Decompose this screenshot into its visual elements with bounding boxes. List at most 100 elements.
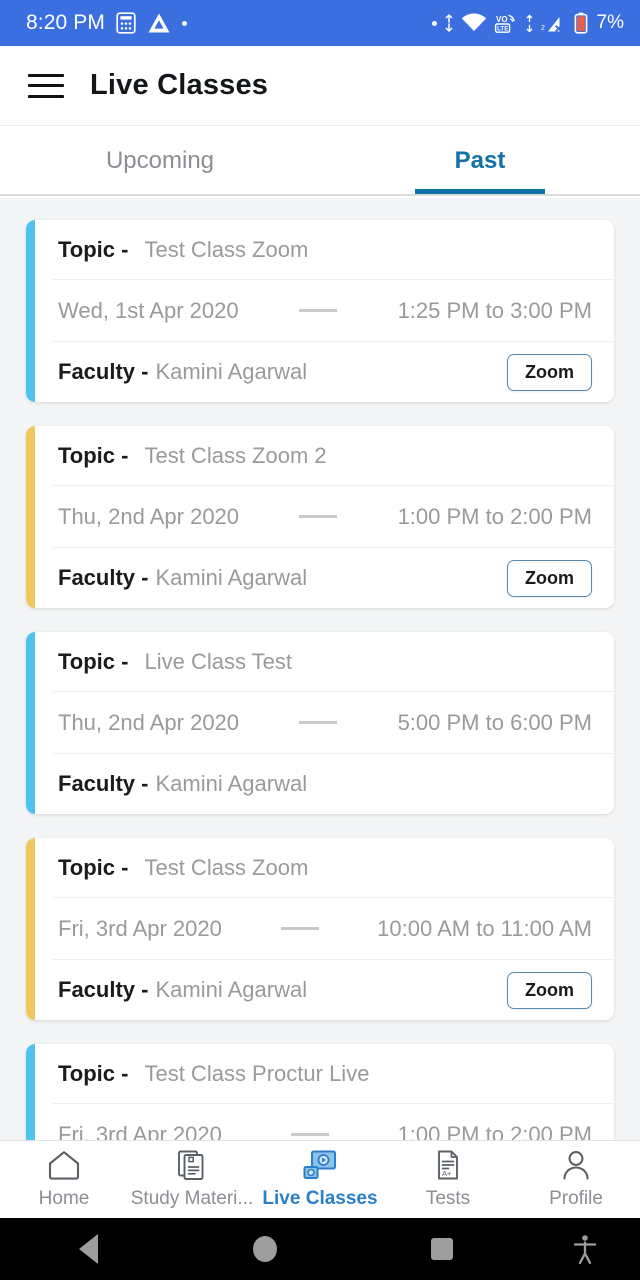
nav-label-home: Home <box>38 1188 90 1209</box>
topic-row: Topic - Live Class Test <box>52 632 614 692</box>
nav-item-study-material[interactable]: Study Materi... <box>128 1149 256 1210</box>
topic-label: Topic - <box>58 1060 129 1086</box>
faculty-row: Faculty - Kamini Agarwal Zoom <box>52 342 614 402</box>
zoom-button[interactable]: Zoom <box>507 353 592 391</box>
svg-text:VO: VO <box>496 15 508 24</box>
android-recents-button[interactable] <box>353 1238 530 1260</box>
card-accent-bar <box>26 632 35 814</box>
topic-value: Test Class Zoom <box>144 236 309 262</box>
svg-text:LTE: LTE <box>497 25 508 32</box>
status-bar-left: 8:20 PM <box>26 11 187 35</box>
faculty-wrap: Faculty - Kamini Agarwal <box>58 565 307 591</box>
android-home-button[interactable] <box>177 1236 354 1262</box>
faculty-wrap: Faculty - Kamini Agarwal <box>58 359 307 385</box>
faculty-value: Kamini Agarwal <box>155 771 308 796</box>
topic-label: Topic - <box>58 236 129 262</box>
status-dot-icon <box>431 20 437 26</box>
sync-arrows-icon <box>444 13 454 33</box>
topic-row: Topic - Test Class Proctur Live <box>52 1044 614 1104</box>
zoom-button[interactable]: Zoom <box>507 971 592 1009</box>
faculty-wrap: Faculty - Kamini Agarwal <box>58 977 307 1003</box>
documents-icon <box>175 1149 209 1181</box>
list-item[interactable]: Topic - Live Class Test Thu, 2nd Apr 202… <box>26 632 614 814</box>
topic-label: Topic - <box>58 442 129 468</box>
nav-item-live-classes[interactable]: Live Classes <box>256 1149 384 1210</box>
battery-percent-label: 7% <box>596 12 624 33</box>
class-date: Fri, 3rd Apr 2020 <box>58 915 222 941</box>
faculty-label: Faculty - <box>58 977 149 1002</box>
home-circle-icon <box>253 1236 277 1262</box>
dash-separator-icon <box>222 927 377 930</box>
schedule-row: Fri, 3rd Apr 2020 10:00 AM to 11:00 AM <box>52 898 614 960</box>
faculty-row: Faculty - Kamini Agarwal Zoom <box>52 960 614 1020</box>
class-list[interactable]: Topic - Test Class Zoom Wed, 1st Apr 202… <box>0 198 640 1280</box>
nav-label-live-classes: Live Classes <box>262 1188 378 1209</box>
status-bar-clock: 8:20 PM <box>26 11 105 34</box>
faculty-value: Kamini Agarwal <box>155 565 308 590</box>
nav-item-tests[interactable]: A+ Tests <box>384 1149 512 1210</box>
topic-value: Test Class Zoom <box>144 854 309 880</box>
status-bar: 8:20 PM VO LTE 2 7% <box>0 0 640 46</box>
topic-value: Test Class Zoom 2 <box>144 442 327 468</box>
calculator-icon <box>116 12 136 34</box>
live-video-icon <box>302 1149 338 1181</box>
back-triangle-icon <box>78 1234 98 1264</box>
topic-value: Test Class Proctur Live <box>144 1060 370 1086</box>
schedule-row: Wed, 1st Apr 2020 1:25 PM to 3:00 PM <box>52 280 614 342</box>
faculty-value: Kamini Agarwal <box>155 359 308 384</box>
notification-dot-icon <box>181 20 187 26</box>
android-back-button[interactable] <box>0 1234 177 1264</box>
nav-label-profile: Profile <box>549 1188 603 1209</box>
bottom-navigation: Home Study Materi... Live Classes A+ Tes… <box>0 1140 640 1218</box>
faculty-row: Faculty - Kamini Agarwal Zoom <box>52 548 614 608</box>
faculty-value: Kamini Agarwal <box>155 977 308 1002</box>
list-item[interactable]: Topic - Test Class Zoom Fri, 3rd Apr 202… <box>26 838 614 1020</box>
accessibility-icon <box>573 1235 597 1264</box>
svg-text:2: 2 <box>541 25 545 32</box>
schedule-row: Thu, 2nd Apr 2020 1:00 PM to 2:00 PM <box>52 486 614 548</box>
page-title: Live Classes <box>90 69 269 101</box>
schedule-row: Thu, 2nd Apr 2020 5:00 PM to 6:00 PM <box>52 692 614 754</box>
topic-row: Topic - Test Class Zoom <box>52 838 614 898</box>
wifi-icon <box>461 13 487 33</box>
test-paper-icon: A+ <box>431 1149 465 1181</box>
card-accent-bar <box>26 838 35 1020</box>
class-time: 10:00 AM to 11:00 AM <box>377 915 592 941</box>
android-accessibility-button[interactable] <box>530 1234 640 1264</box>
tab-upcoming-label: Upcoming <box>105 147 215 174</box>
signal-arrows-icon <box>525 14 534 33</box>
triangle-app-icon <box>147 12 171 34</box>
zoom-button[interactable]: Zoom <box>507 559 592 597</box>
android-navigation-bar <box>0 1218 640 1280</box>
faculty-row: Faculty - Kamini Agarwal <box>52 754 614 814</box>
list-item[interactable]: Topic - Test Class Zoom Wed, 1st Apr 202… <box>26 220 614 402</box>
faculty-wrap: Faculty - Kamini Agarwal <box>58 771 307 797</box>
list-item[interactable]: Topic - Test Class Zoom 2 Thu, 2nd Apr 2… <box>26 426 614 608</box>
tab-past-label: Past <box>454 147 506 174</box>
dash-separator-icon <box>239 721 398 724</box>
faculty-label: Faculty - <box>58 771 149 796</box>
class-date: Thu, 2nd Apr 2020 <box>58 709 240 735</box>
volte-icon: VO LTE <box>494 13 518 34</box>
app-bar: Live Classes <box>0 46 640 126</box>
hamburger-menu-icon[interactable] <box>28 73 64 98</box>
class-time: 1:25 PM to 3:00 PM <box>397 297 592 323</box>
card-accent-bar <box>26 426 35 608</box>
topic-value: Live Class Test <box>144 648 293 674</box>
home-icon <box>47 1149 81 1181</box>
dash-separator-icon <box>239 515 398 518</box>
recents-square-icon <box>430 1238 453 1260</box>
cell-signal-no-service-icon: 2 <box>541 13 567 34</box>
person-icon <box>559 1149 593 1181</box>
battery-low-icon <box>574 12 588 34</box>
topic-row: Topic - Test Class Zoom 2 <box>52 426 614 486</box>
nav-label-study-material: Study Materi... <box>130 1188 254 1209</box>
card-accent-bar <box>26 220 35 402</box>
status-bar-right: VO LTE 2 7% <box>431 12 624 34</box>
svg-text:A+: A+ <box>442 1169 452 1178</box>
nav-item-profile[interactable]: Profile <box>512 1149 640 1210</box>
tab-past[interactable]: Past <box>320 126 640 196</box>
class-time: 5:00 PM to 6:00 PM <box>397 709 592 735</box>
nav-item-home[interactable]: Home <box>0 1149 128 1210</box>
tab-upcoming[interactable]: Upcoming <box>0 126 320 196</box>
